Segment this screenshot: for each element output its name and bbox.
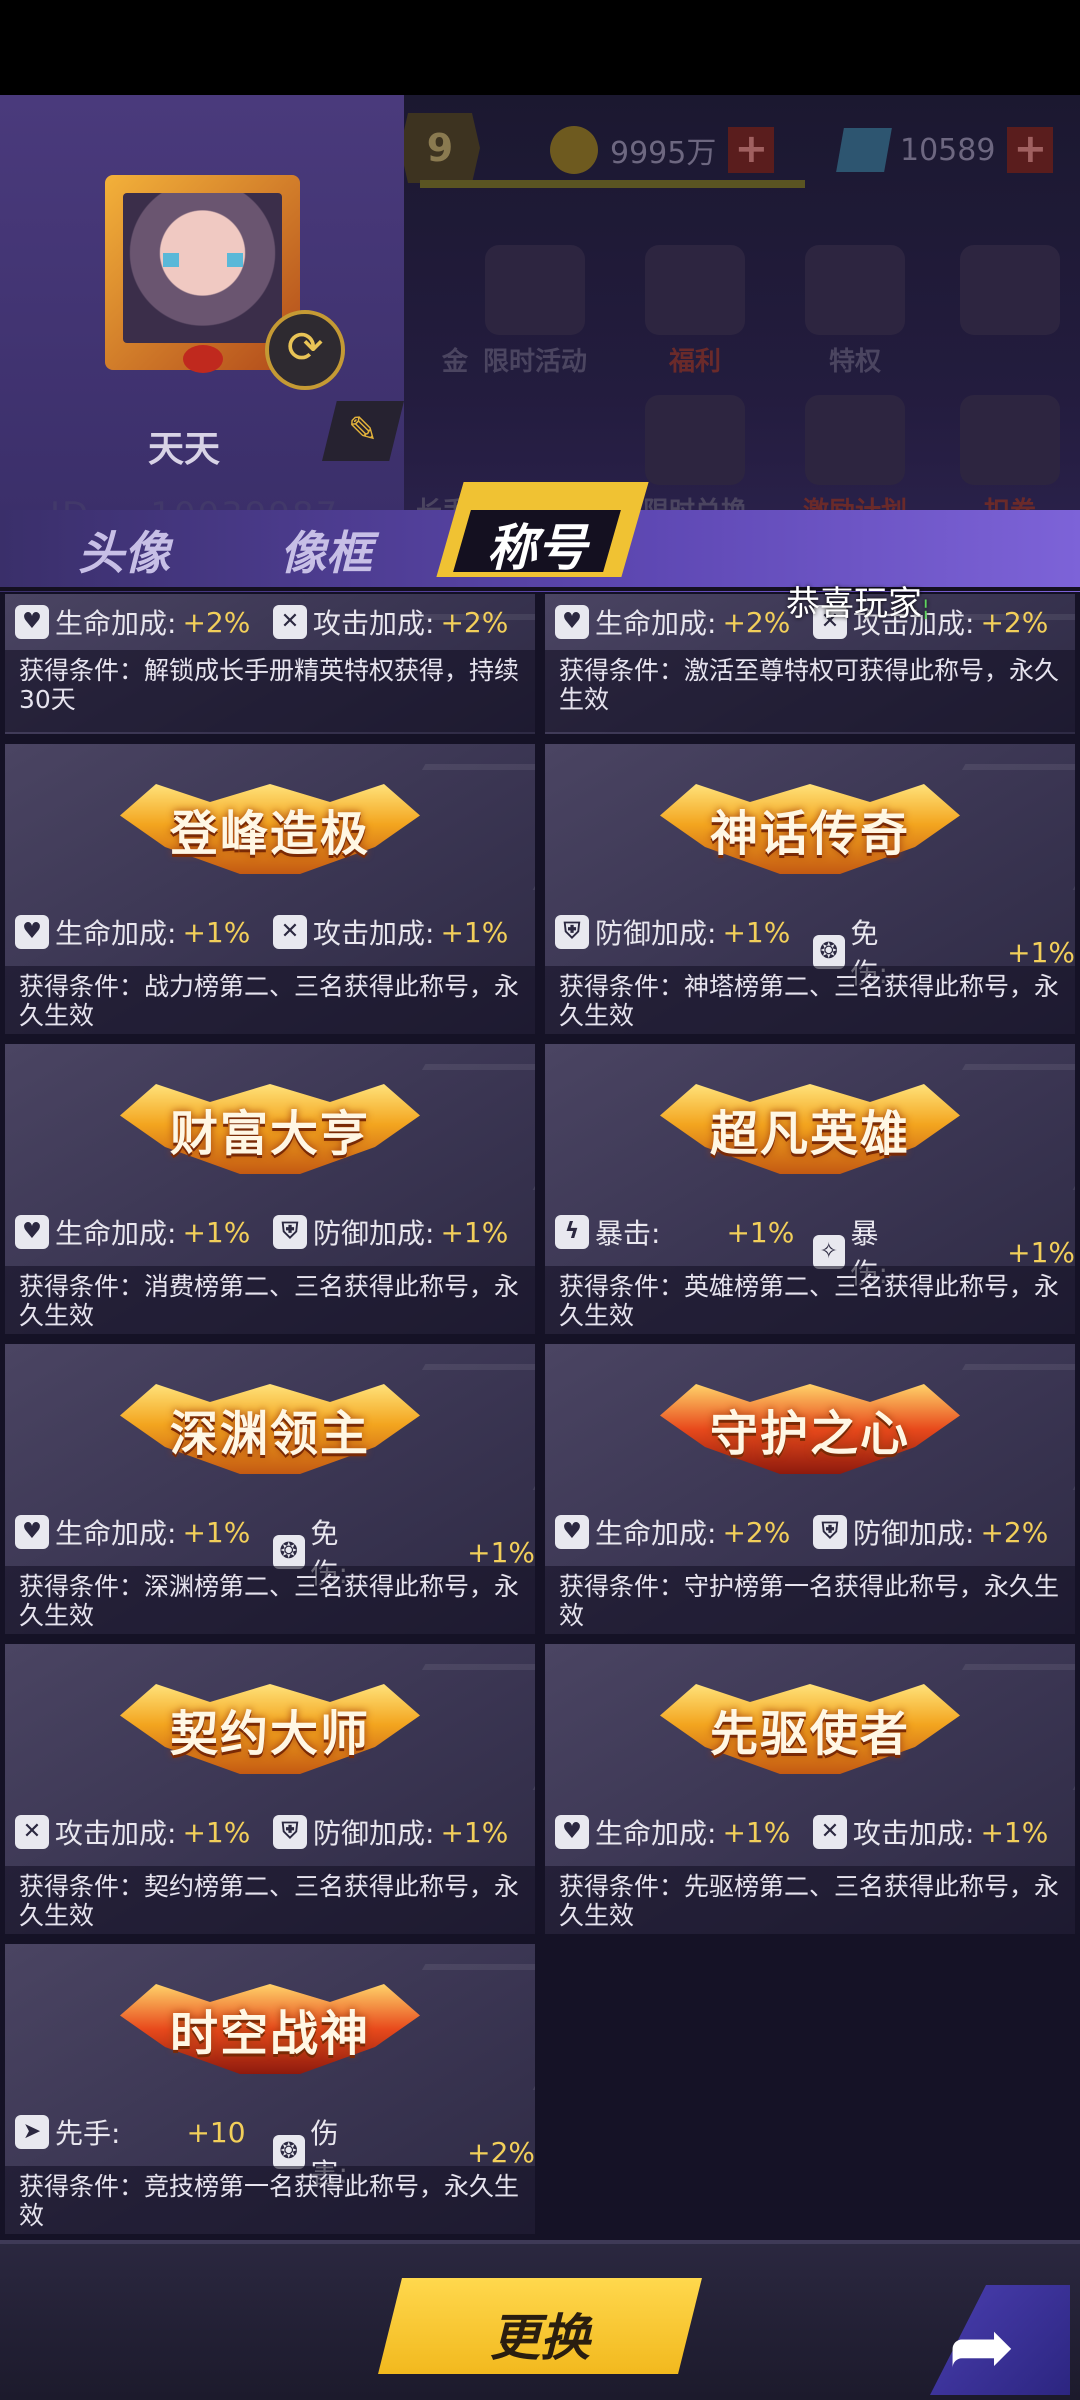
change-button-label[interactable]: 更换 [390, 2298, 690, 2370]
acquire-condition: 获得条件：英雄榜第二、三名获得此称号，永久生效 [545, 1266, 1075, 1334]
privilege-icon [805, 245, 905, 335]
title-card[interactable]: 先驱使者 ♥ 生命加成: +1% ✕ 攻击加成: +1% 获得条件：先驱榜第二、三名获得… [545, 1644, 1075, 1934]
health-icon: ♥ [555, 1815, 589, 1849]
title-name: 财富大亨 [169, 1106, 370, 1162]
title-card[interactable]: 登峰造极 ♥ 生命加成: +1% ✕ 攻击加成: +1% 获得条件：战力榜第二、三名获得… [5, 744, 535, 1034]
title-card[interactable]: 守护之心 ♥ 生命加成: +2% ⛨ 防御加成: +2% 获得条件：守护榜第一名获得此称… [545, 1344, 1075, 1634]
defense-icon: ⛨ [273, 1815, 307, 1849]
title-name: 神话传奇 [709, 806, 910, 862]
first-strike-icon: ➤ [15, 2115, 49, 2149]
health-icon: ♥ [15, 605, 49, 639]
tab-frame[interactable]: 像框 [280, 517, 372, 583]
title-list[interactable]: ♥ 生命加成: +2% ✕ 攻击加成: +2% 获得条件：解锁成长手册精英特权获得，持续… [0, 594, 1080, 2240]
close-icon [960, 245, 1060, 335]
defense-icon: ⛨ [273, 1215, 307, 1249]
health-icon: ♥ [15, 1215, 49, 1249]
gem-icon [836, 128, 892, 172]
acquire-condition: 获得条件：消费榜第二、三名获得此称号，永久生效 [5, 1266, 535, 1334]
gold-resource: 9995万 + [550, 120, 775, 180]
title-card[interactable]: 超凡英雄 ϟ暴击:+1% ✧暴伤:+1% 获得条件：英雄榜第二、三名获得此称号，… [545, 1044, 1075, 1334]
title-card[interactable]: 神话传奇 ⛨防御加成:+1% ❂免伤:+1% 获得条件：神塔榜第二、三名获得此称… [545, 744, 1075, 1034]
acquire-condition: 获得条件：解锁成长手册精英特权获得，持续30天 [5, 650, 535, 732]
hud-button-limited-event: 限时活动 [470, 245, 600, 378]
crit-icon: ϟ [555, 1215, 589, 1249]
attack-icon: ✕ [813, 1815, 847, 1849]
gift-box-icon [645, 245, 745, 335]
damage-reduction-icon: ❂ [813, 935, 845, 969]
level-badge: 9 [400, 113, 480, 183]
hud-button-privilege: 特权 [790, 245, 920, 378]
acquire-condition: 获得条件：激活至尊特权可获得此称号，永久生效 [545, 650, 1075, 732]
change-avatar-button[interactable]: ⟳ [265, 310, 345, 390]
title-card[interactable]: 时空战神 ➤先手:+10 ❂伤害:+2% 获得条件：竞技榜第一名获得此称号，永久… [5, 1944, 535, 2234]
exchange-icon [645, 395, 745, 485]
defense-icon: ⛨ [813, 1515, 847, 1549]
gift-icon [485, 245, 585, 335]
bottom-bar: 更换 ➦ [0, 2240, 1080, 2400]
acquire-condition: 获得条件：先驱榜第二、三名获得此称号，永久生效 [545, 1866, 1075, 1934]
title-name: 超凡英雄 [709, 1106, 910, 1162]
hud-button-close [945, 245, 1075, 341]
congrats-ticker: 恭喜玩家¦ [786, 584, 930, 624]
damage-icon: ❂ [273, 2135, 305, 2169]
acquire-condition: 获得条件：深渊榜第二、三名获得此称号，永久生效 [5, 1566, 535, 1634]
health-icon: ♥ [15, 1515, 49, 1549]
attack-icon: ✕ [273, 915, 307, 949]
gold-coin-icon [550, 126, 598, 174]
gem-resource: 10589 + [836, 120, 1054, 180]
title-name: 登峰造极 [169, 806, 370, 862]
title-name: 守护之心 [709, 1406, 910, 1462]
defense-icon: ⛨ [555, 915, 589, 949]
back-arrow-icon[interactable]: ➦ [948, 2300, 1015, 2393]
title-name: 契约大师 [169, 1706, 370, 1762]
health-icon: ♥ [555, 1515, 589, 1549]
title-name: 深渊领主 [169, 1406, 370, 1462]
avatar-portrait [123, 193, 282, 343]
edit-name-button[interactable]: ✎ [322, 401, 404, 461]
acquire-condition: 获得条件：神塔榜第二、三名获得此称号，永久生效 [545, 966, 1075, 1034]
frame-gem-icon [183, 345, 223, 373]
attack-icon: ✕ [15, 1815, 49, 1849]
gem-amount: 10589 [900, 132, 996, 168]
acquire-condition: 获得条件：契约榜第二、三名获得此称号，永久生效 [5, 1866, 535, 1934]
health-icon: ♥ [555, 605, 589, 639]
title-card[interactable]: 契约大师 ✕ 攻击加成: +1% ⛨ 防御加成: +1% 获得条件：契约榜第二、三名获得… [5, 1644, 535, 1934]
coupon-icon [960, 395, 1060, 485]
title-card[interactable]: ♥ 生命加成: +2% ✕ 攻击加成: +2% 获得条件：解锁成长手册精英特权获得，持续… [5, 594, 535, 734]
profile-panel: ⟳ 天天 ✎ [0, 95, 404, 515]
add-gem-icon: + [1007, 127, 1054, 173]
damage-reduction-icon: ❂ [273, 1535, 305, 1569]
title-card[interactable]: 深渊领主 ♥生命加成:+1% ❂免伤:+1% 获得条件：深渊榜第二、三名获得此称… [5, 1344, 535, 1634]
attack-icon: ✕ [273, 605, 307, 639]
gold-amount: 9995万 [610, 136, 717, 171]
title-card[interactable]: 财富大亨 ♥ 生命加成: +1% ⛨ 防御加成: +1% 获得条件：消费榜第二、三名获得… [5, 1044, 535, 1334]
health-icon: ♥ [15, 915, 49, 949]
status-bar [0, 0, 1080, 95]
acquire-condition: 获得条件：战力榜第二、三名获得此称号，永久生效 [5, 966, 535, 1034]
acquire-condition: 获得条件：竞技榜第一名获得此称号，永久生效 [5, 2166, 535, 2234]
player-name: 天天 [148, 429, 221, 470]
title-name: 时空战神 [169, 2006, 370, 2062]
add-gold-icon: + [728, 127, 775, 173]
tab-avatar[interactable]: 头像 [78, 517, 170, 583]
crit-damage-icon: ✧ [813, 1235, 845, 1269]
exp-bar [420, 180, 805, 188]
acquire-condition: 获得条件：守护榜第一名获得此称号，永久生效 [545, 1566, 1075, 1634]
tab-title[interactable]: 称号 [487, 508, 587, 580]
title-name: 先驱使者 [709, 1706, 910, 1762]
incentive-icon [805, 395, 905, 485]
hud-button-welfare: 福利 [630, 245, 760, 378]
